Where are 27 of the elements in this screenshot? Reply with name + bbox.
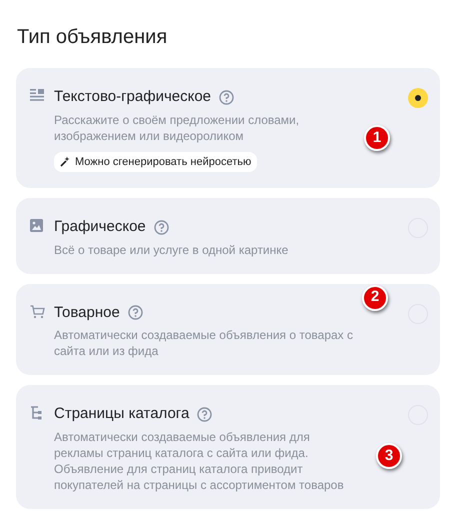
option-title: Текстово-графическое <box>54 87 212 107</box>
help-icon[interactable] <box>197 406 212 422</box>
ad-type-card[interactable]: Текстово-графическое Расскажите о своём предложении словами, изображением или видеороликом Можно сгенерировать нейросетью 1 <box>16 68 440 188</box>
tag-text: Можно сгенерировать нейросетью <box>75 154 252 170</box>
option-description: Автоматически создаваемые объявления о товарах с сайта или из фида <box>54 327 354 359</box>
option-description: Расскажите о своём предложении словами, изображением или видеороликом <box>54 112 300 144</box>
help-icon[interactable] <box>128 305 143 320</box>
radio-button[interactable] <box>408 88 428 108</box>
page-title: Тип объявления <box>17 25 168 50</box>
image-icon <box>30 219 43 232</box>
number-marker: 2 <box>362 284 388 310</box>
text-lines-icon <box>30 89 44 101</box>
option-description: Автоматически создаваемые объявления для рекламы страниц каталога с сайта или фида. Объявление для страниц каталога приводит покупателей на страницы с ассортиментом товаров <box>54 428 345 492</box>
option-title: Страницы каталога <box>54 404 190 424</box>
tree-icon <box>30 406 43 420</box>
ad-type-card[interactable]: Графическое Всё о товаре или услуге в одной картинке <box>16 198 440 274</box>
help-icon[interactable] <box>219 90 234 105</box>
number-marker: 1 <box>364 125 390 151</box>
ad-type-card[interactable]: Товарное Автоматически создаваемые объявления о товарах с сайта или из фида 2 <box>16 284 440 375</box>
option-title: Товарное <box>54 302 120 322</box>
help-icon[interactable] <box>154 220 169 235</box>
ad-type-card[interactable]: Страницы каталога Автоматически создаваемые объявления для рекламы страниц каталога с сайта или фида. Объявление для страниц каталога приводит покупателей на страницы с ассортиментом товаров 3 <box>16 385 440 508</box>
option-title: Графическое <box>54 217 146 237</box>
option-description: Всё о товаре или услуге в одной картинке <box>54 242 290 258</box>
cart-icon <box>30 304 45 318</box>
magic-wand-icon <box>60 156 71 168</box>
number-marker: 3 <box>376 443 402 469</box>
